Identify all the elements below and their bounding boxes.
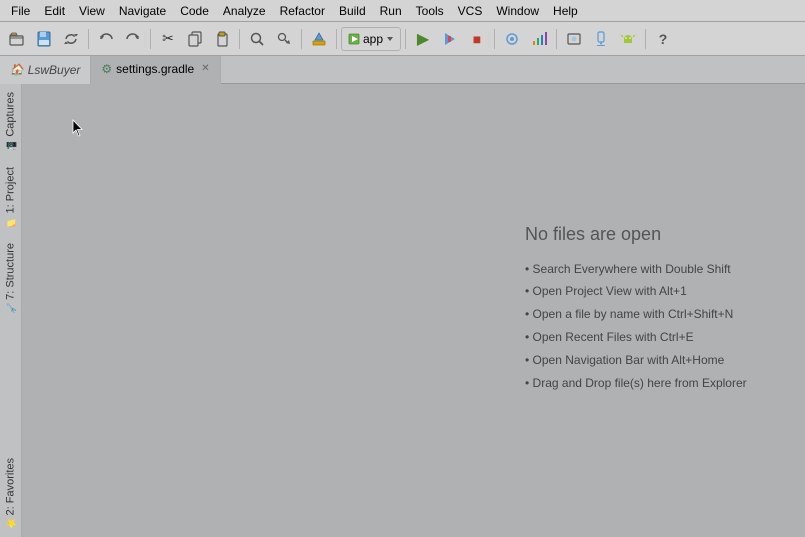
side-panel-structure[interactable]: 🔧 7: Structure [0,235,21,322]
no-files-panel: No files are open • Search Everywhere wi… [505,84,805,537]
menu-run[interactable]: Run [373,2,409,20]
hint-recent-files: • Open Recent Files with Ctrl+E [525,329,785,346]
tabs-bar: 🏠 LswBuyer ⚙ settings.gradle ✕ [0,56,805,84]
attach-debugger-button[interactable] [499,26,525,52]
find-replace-button[interactable] [271,26,297,52]
sdk-manager-button[interactable] [561,26,587,52]
main-area: 📷 Captures 📁 1: Project 🔧 7: Structure ⭐… [0,84,805,537]
copy-button[interactable] [182,26,208,52]
side-panel-captures[interactable]: 📷 Captures [0,84,21,159]
tab-settings-gradle[interactable]: ⚙ settings.gradle ✕ [91,56,220,84]
hint-text-3: Open a file by name with Ctrl+Shift+N [533,307,734,321]
project-icon: 📁 [6,216,16,227]
run-config-label: app [363,32,383,46]
hint-bullet-6: • [525,376,533,390]
gradle-tab-icon: ⚙ [101,62,112,76]
avd-manager-button[interactable] [588,26,614,52]
structure-icon: 🔧 [6,303,16,314]
undo-button[interactable] [93,26,119,52]
run-config-dropdown[interactable]: app [341,27,401,51]
hint-search: • Search Everywhere with Double Shift [525,261,785,278]
side-panel-favorites[interactable]: ⭐ 2: Favorites [0,450,21,537]
toolbar: ✂ app ▶ ■ ? [0,22,805,56]
sep2 [150,29,151,49]
android-button[interactable] [615,26,641,52]
project-tab-label: LswBuyer [28,63,81,77]
menu-bar: File Edit View Navigate Code Analyze Ref… [0,0,805,22]
project-label: 1: Project [5,167,17,213]
hint-bullet-4: • [525,330,533,344]
hint-text-6: Drag and Drop file(s) here from Explorer [533,376,747,390]
save-button[interactable] [31,26,57,52]
hint-bullet-2: • [525,284,533,298]
gradle-tab-label: settings.gradle [116,62,194,76]
tab-project[interactable]: 🏠 LswBuyer [0,56,91,84]
favorites-icon: ⭐ [6,518,16,529]
captures-icon: 📷 [6,140,16,151]
no-files-title: No files are open [525,224,785,245]
hint-nav-bar: • Open Navigation Bar with Alt+Home [525,352,785,369]
hint-text-1: Search Everywhere with Double Shift [533,262,731,276]
structure-label: 7: Structure [5,243,17,300]
run-button[interactable]: ▶ [410,26,436,52]
menu-refactor[interactable]: Refactor [273,2,332,20]
sep3 [239,29,240,49]
hint-bullet-1: • [525,262,533,276]
hint-text-2: Open Project View with Alt+1 [533,284,687,298]
menu-build[interactable]: Build [332,2,373,20]
project-tab-icon: 🏠 [10,63,24,76]
hint-drag-drop: • Drag and Drop file(s) here from Explor… [525,375,785,392]
help-button[interactable]: ? [650,26,676,52]
hint-text-4: Open Recent Files with Ctrl+E [533,330,694,344]
redo-button[interactable] [120,26,146,52]
stop-button[interactable]: ■ [464,26,490,52]
hint-bullet-3: • [525,307,533,321]
favorites-label: 2: Favorites [5,458,17,515]
hint-text-5: Open Navigation Bar with Alt+Home [533,353,725,367]
hint-open-file: • Open a file by name with Ctrl+Shift+N [525,306,785,323]
menu-tools[interactable]: Tools [409,2,451,20]
menu-vcs[interactable]: VCS [451,2,490,20]
side-panels: 📷 Captures 📁 1: Project 🔧 7: Structure ⭐… [0,84,22,537]
hint-bullet-5: • [525,353,533,367]
menu-window[interactable]: Window [489,2,546,20]
captures-label: Captures [5,92,17,137]
gradle-tab-close[interactable]: ✕ [201,63,209,74]
sep9 [645,29,646,49]
find-button[interactable] [244,26,270,52]
sep6 [405,29,406,49]
paste-button[interactable] [209,26,235,52]
cut-button[interactable]: ✂ [155,26,181,52]
open-folder-button[interactable] [4,26,30,52]
mouse-cursor [72,119,84,137]
menu-navigate[interactable]: Navigate [112,2,173,20]
sep8 [556,29,557,49]
menu-analyze[interactable]: Analyze [216,2,273,20]
sync-button[interactable] [58,26,84,52]
debug-button[interactable] [437,26,463,52]
sep7 [494,29,495,49]
side-panel-project[interactable]: 📁 1: Project [0,159,21,235]
sep1 [88,29,89,49]
sep5 [336,29,337,49]
profile-button[interactable] [526,26,552,52]
menu-edit[interactable]: Edit [37,2,72,20]
content-area: No files are open • Search Everywhere wi… [22,84,805,537]
menu-code[interactable]: Code [173,2,216,20]
menu-file[interactable]: File [4,2,37,20]
menu-view[interactable]: View [72,2,112,20]
build-button[interactable] [306,26,332,52]
hint-project-view: • Open Project View with Alt+1 [525,283,785,300]
sep4 [301,29,302,49]
menu-help[interactable]: Help [546,2,585,20]
